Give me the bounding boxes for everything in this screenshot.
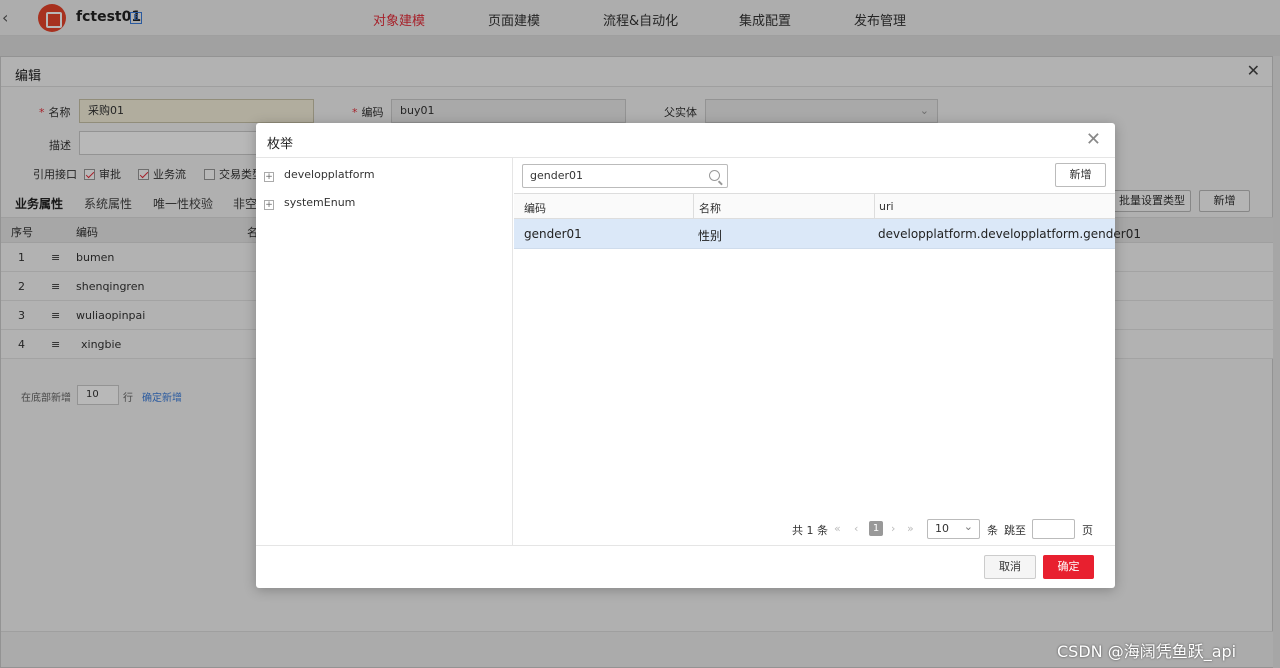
tree-node-developplatform[interactable]: + developplatform bbox=[264, 168, 375, 182]
row-name: 性别 bbox=[698, 229, 723, 243]
next-page-icon[interactable]: › bbox=[891, 522, 895, 535]
search-icon[interactable] bbox=[709, 170, 720, 181]
jump-page-input[interactable] bbox=[1032, 519, 1075, 539]
tree-node-systemenum[interactable]: + systemEnum bbox=[264, 196, 355, 210]
cancel-button[interactable]: 取消 bbox=[984, 555, 1036, 579]
enum-modal-header: 枚举 ✕ bbox=[256, 123, 1115, 158]
prev-page-icon[interactable]: ‹ bbox=[854, 522, 858, 535]
current-page[interactable]: 1 bbox=[869, 521, 883, 536]
page-size-value: 10 bbox=[935, 522, 949, 535]
enum-modal: 枚举 ✕ + developplatform + systemEnum gender… bbox=[256, 123, 1141, 588]
column-divider bbox=[693, 194, 694, 220]
row-code: gender01 bbox=[524, 227, 582, 241]
table-row[interactable]: gender01 性别 developplatform.developplatf… bbox=[514, 219, 1141, 249]
confirm-button[interactable]: 确定 bbox=[1043, 555, 1094, 579]
page-size-select[interactable]: 10 ⌄ bbox=[927, 519, 980, 539]
enum-modal-title: 枚举 bbox=[267, 137, 294, 152]
chevron-down-icon: ⌄ bbox=[963, 520, 973, 533]
first-page-icon[interactable]: « bbox=[834, 522, 841, 535]
enum-search-input[interactable]: gender01 bbox=[522, 164, 728, 188]
close-icon[interactable]: ✕ bbox=[1086, 129, 1101, 150]
expand-plus-icon[interactable]: + bbox=[264, 172, 274, 182]
col-code: 编码 bbox=[524, 202, 546, 215]
search-value: gender01 bbox=[530, 169, 583, 182]
last-page-icon[interactable]: » bbox=[907, 522, 914, 535]
page-unit: 页 bbox=[1082, 524, 1093, 537]
enum-table-header: 编码 名称 uri bbox=[514, 193, 1115, 220]
total-count: 共 1 条 bbox=[792, 524, 828, 537]
row-uri: developplatform.developplatform.gender01 bbox=[878, 227, 1141, 241]
page-size-unit: 条 bbox=[987, 524, 998, 537]
jump-label: 跳至 bbox=[1004, 524, 1026, 537]
enum-list-panel: gender01 新增 编码 名称 uri gender01 性别 develo… bbox=[514, 158, 1141, 545]
enum-modal-footer: 取消 确定 bbox=[256, 545, 1115, 588]
col-uri: uri bbox=[879, 200, 894, 213]
watermark: CSDN @海阔凭鱼跃_api bbox=[1057, 642, 1237, 661]
column-divider bbox=[874, 194, 875, 220]
enum-tree: + developplatform + systemEnum bbox=[256, 158, 513, 545]
expand-plus-icon[interactable]: + bbox=[264, 200, 274, 210]
add-enum-button[interactable]: 新增 bbox=[1055, 163, 1106, 187]
col-name: 名称 bbox=[699, 202, 721, 215]
